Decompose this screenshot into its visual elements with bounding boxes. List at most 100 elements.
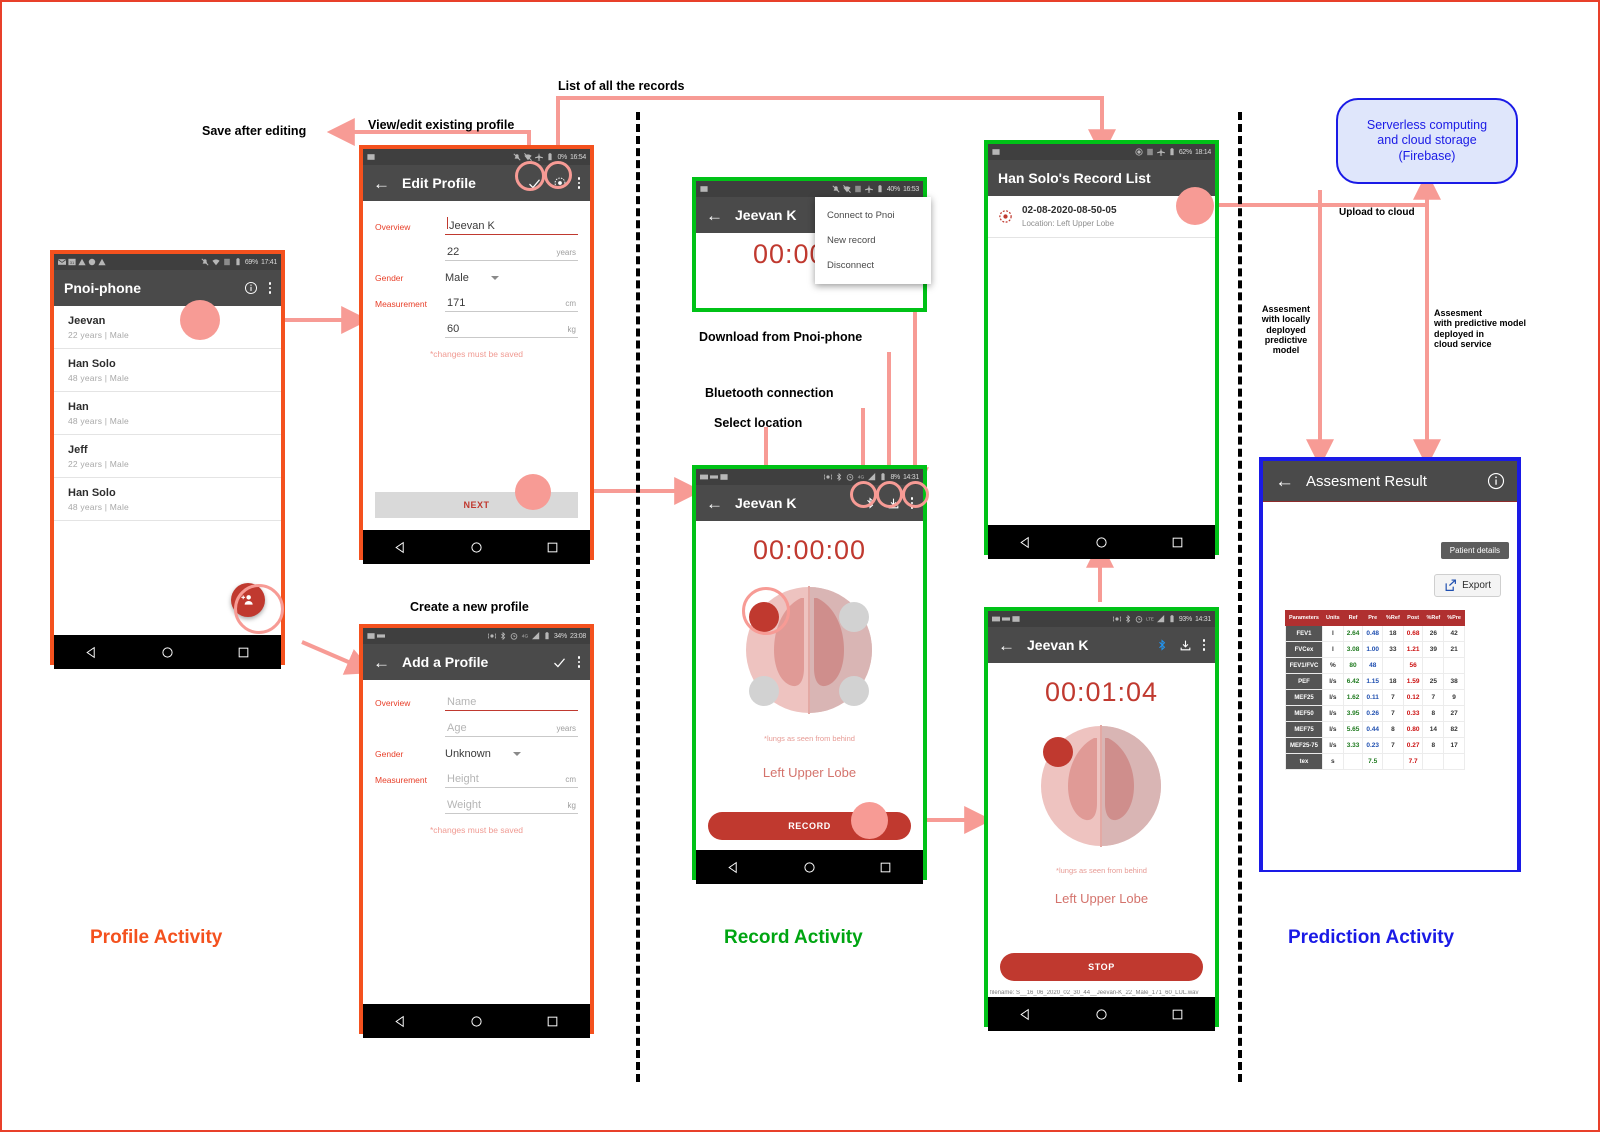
name-field[interactable]: Jeevan K [445, 217, 578, 235]
height-field[interactable]: Height cm [445, 773, 578, 788]
gender-select[interactable]: Unknown [445, 748, 578, 762]
list-item[interactable]: Han 48 years | Male [54, 392, 281, 435]
recents-nav-icon[interactable] [879, 861, 892, 874]
cell-pct-pre: 21 [1443, 641, 1465, 658]
activity-title-profile: Profile Activity [90, 927, 223, 948]
edit-profile-body: Overview Jeevan K 22 years Gender Male Me… [363, 201, 590, 530]
screenshot-icon [367, 154, 375, 160]
lung-selector[interactable] [988, 714, 1215, 864]
th-ref: Ref [1342, 610, 1364, 626]
home-nav-icon[interactable] [161, 646, 174, 659]
back-nav-icon[interactable] [1019, 536, 1032, 549]
weight-placeholder: Weight [447, 799, 482, 811]
lobe-right-upper [839, 602, 869, 632]
back-nav-icon[interactable] [394, 1015, 407, 1028]
recording-filename: filename: S__16_06_2020_02_30_44__Jeevan… [990, 990, 1199, 996]
cell-pct-pre: 9 [1443, 689, 1465, 706]
gender-select[interactable]: Male [445, 272, 578, 286]
lung-selector[interactable] [696, 572, 923, 732]
list-item[interactable]: Han Solo 48 years | Male [54, 349, 281, 392]
navbar-record-running [988, 997, 1215, 1031]
overflow-menu-icon[interactable] [577, 656, 580, 668]
home-nav-icon[interactable] [1095, 536, 1108, 549]
overflow-menu-icon[interactable] [1202, 639, 1205, 651]
info-icon[interactable] [244, 281, 258, 295]
label-overview: Overview [375, 698, 411, 708]
check-save-icon[interactable] [552, 655, 567, 670]
export-button[interactable]: Export [1434, 574, 1501, 597]
list-item[interactable]: Jeff 22 years | Male [54, 435, 281, 478]
cell-units: l/s [1321, 721, 1344, 738]
overflow-menu-icon[interactable] [577, 177, 580, 189]
bluetooth-icon [837, 473, 842, 481]
label-spacer [375, 258, 445, 261]
navbar-edit-profile [363, 530, 590, 564]
back-nav-icon[interactable] [85, 646, 98, 659]
info-icon[interactable] [1487, 472, 1505, 490]
back-nav-icon[interactable] [727, 861, 740, 874]
height-unit: cm [565, 775, 576, 784]
age-field[interactable]: 22 years [445, 246, 578, 261]
appbar-actions [1156, 638, 1205, 652]
recents-nav-icon[interactable] [1171, 536, 1184, 549]
recents-nav-icon[interactable] [546, 1015, 559, 1028]
back-arrow-icon[interactable]: ← [373, 175, 390, 192]
height-field[interactable]: 171 cm [445, 297, 578, 312]
cell-ref: 6.42 [1342, 673, 1364, 690]
cell-post: 7.7 [1402, 753, 1424, 770]
recents-nav-icon[interactable] [237, 646, 250, 659]
appbar-actions [552, 655, 580, 670]
age-unit: years [556, 248, 576, 257]
age-field[interactable]: Age years [445, 722, 578, 737]
back-arrow-icon[interactable]: ← [1275, 472, 1294, 491]
cell-pre: 0.11 [1362, 689, 1384, 706]
back-arrow-icon[interactable]: ← [706, 207, 723, 224]
download-icon[interactable] [1179, 639, 1192, 652]
home-nav-icon[interactable] [803, 861, 816, 874]
selected-lobe-label: Left Upper Lobe [762, 765, 857, 780]
cell-param: MEF75 [1285, 721, 1323, 738]
list-item[interactable]: Jeevan 22 years | Male [54, 306, 281, 349]
lung-diagram-icon [746, 586, 872, 714]
appbar-profile-list: Pnoi-phone [54, 270, 281, 306]
weight-field[interactable]: Weight kg [445, 799, 578, 814]
name-field[interactable]: Name [445, 696, 578, 711]
cell-param: MEF25-75 [1285, 737, 1323, 754]
table-row: FEV1/FVC% 80 48 56 [1285, 657, 1465, 674]
menu-item-new-record[interactable]: New record [815, 228, 931, 253]
cell-units: l/s [1321, 737, 1344, 754]
overflow-menu-icon[interactable] [268, 282, 271, 294]
profile-name: Han [68, 401, 89, 413]
highlight-dot-record-entry [1176, 187, 1214, 225]
cell-pct-ref2: 26 [1422, 625, 1445, 642]
battery-percent: 0% [557, 153, 567, 161]
screen-title: Jeevan K [735, 207, 797, 223]
back-nav-icon[interactable] [394, 541, 407, 554]
back-nav-icon[interactable] [1019, 1008, 1032, 1021]
menu-item-connect[interactable]: Connect to Pnoi [815, 203, 931, 228]
weight-unit: kg [567, 325, 576, 334]
airplane-icon [1156, 148, 1165, 156]
home-nav-icon[interactable] [1095, 1008, 1108, 1021]
back-arrow-icon[interactable]: ← [373, 654, 390, 671]
cell-pct-ref2 [1422, 657, 1445, 674]
stop-button[interactable]: STOP [1000, 953, 1203, 981]
cell-param: tex [1285, 753, 1323, 770]
back-arrow-icon[interactable]: ← [706, 495, 723, 512]
bluetooth-connected-icon[interactable] [1156, 638, 1168, 652]
weight-field[interactable]: 60 kg [445, 323, 578, 338]
clock-time: 18:14 [1194, 148, 1211, 156]
recents-nav-icon[interactable] [546, 541, 559, 554]
recents-nav-icon[interactable] [1171, 1008, 1184, 1021]
sim-icon [855, 185, 861, 193]
back-arrow-icon[interactable]: ← [998, 637, 1015, 654]
home-nav-icon[interactable] [470, 541, 483, 554]
hotspot-icon [824, 474, 833, 480]
cell-post: 0.68 [1402, 625, 1424, 642]
phone-record-main: 4G 8% 14:31 ← Jeevan K 00:00:00 *lungs a… [692, 465, 927, 884]
svg-text:4G: 4G [858, 475, 865, 481]
menu-item-disconnect[interactable]: Disconnect [815, 253, 931, 278]
list-item[interactable]: Han Solo 48 years | Male [54, 478, 281, 521]
home-nav-icon[interactable] [470, 1015, 483, 1028]
statusbar-record-menu: 40% 16:53 [696, 181, 923, 197]
